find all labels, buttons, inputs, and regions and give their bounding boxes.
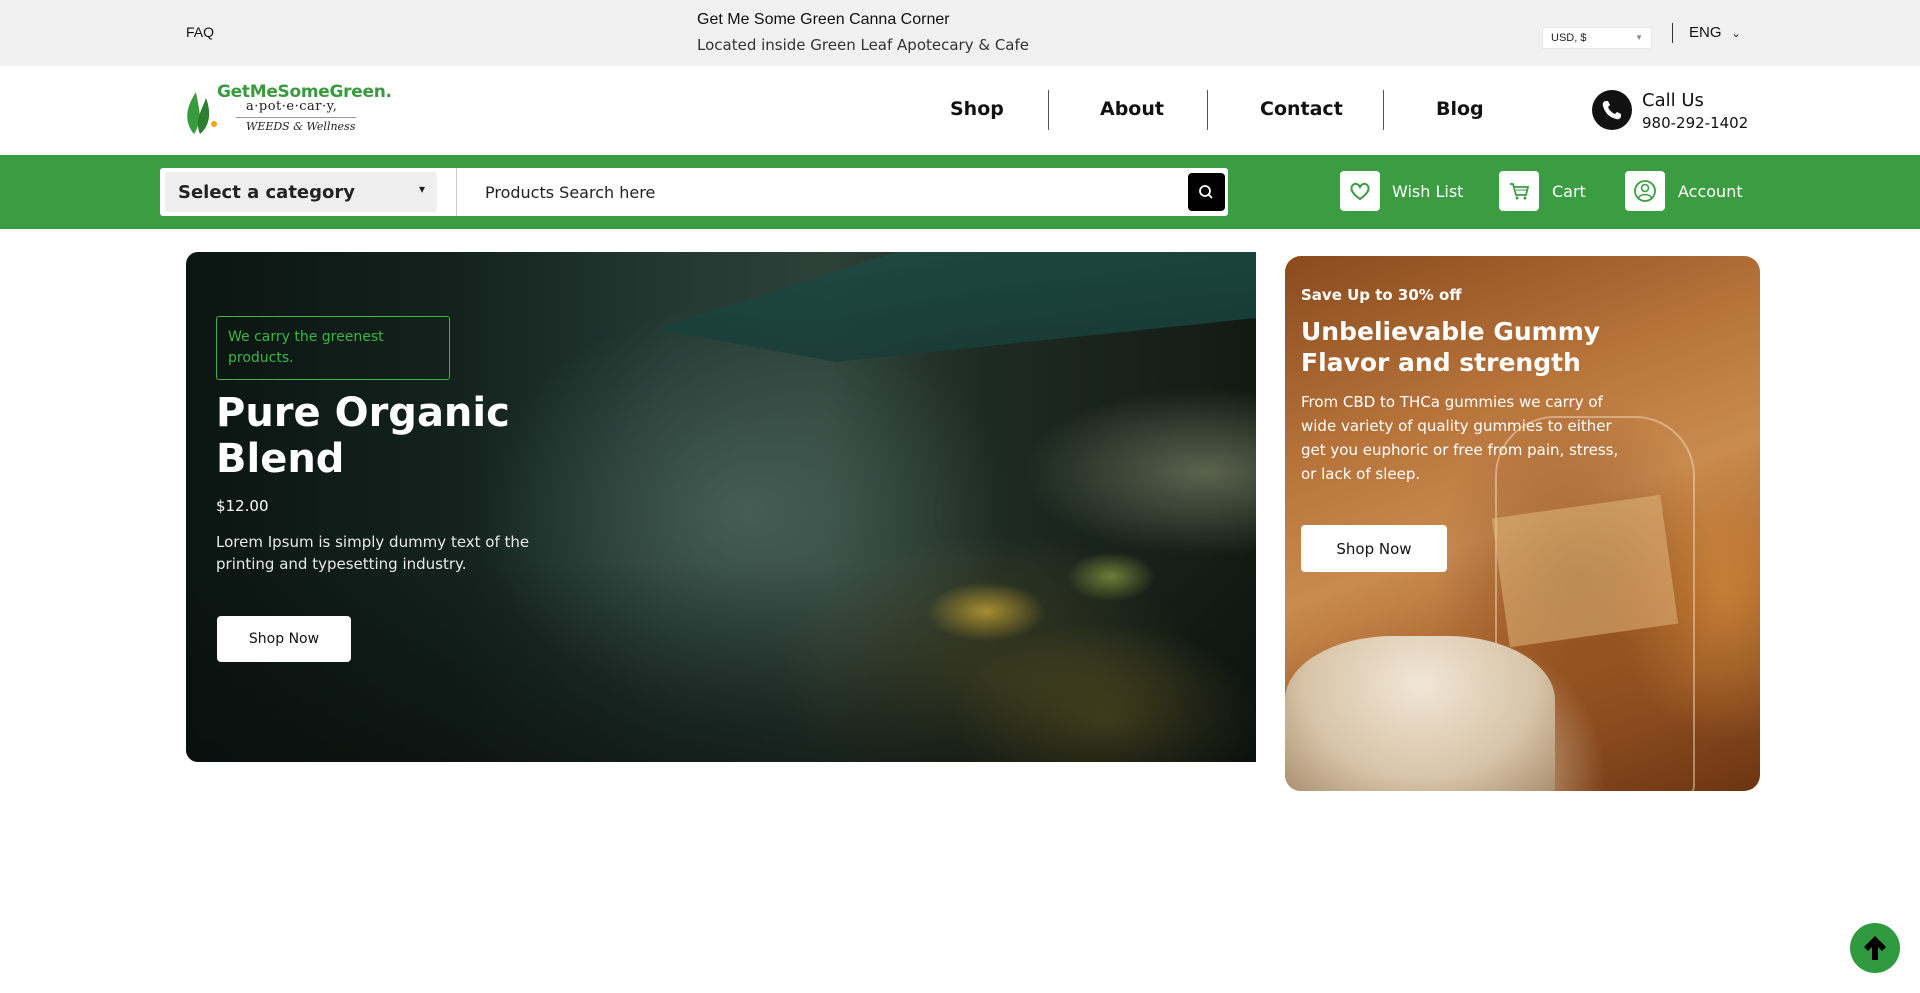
- search-bar: Select a category ▾ Wish List: [0, 155, 1920, 229]
- cart-label: Cart: [1552, 182, 1586, 201]
- promo-title: Unbelievable Gummy Flavor and strength: [1301, 317, 1601, 377]
- phone-icon[interactable]: [1592, 90, 1632, 130]
- language-select[interactable]: ENG ⌄: [1689, 24, 1741, 41]
- site-logo[interactable]: GetMeSomeGreen. a·pot·e·car·y, WEEDS & W…: [184, 82, 392, 142]
- search-button[interactable]: [1188, 173, 1225, 211]
- nav-separator: [1383, 90, 1384, 130]
- nav-item-shop[interactable]: Shop: [950, 98, 1004, 120]
- hero-description: Lorem Ipsum is simply dummy text of the …: [216, 533, 530, 573]
- promo-shop-now-button[interactable]: Shop Now: [1301, 525, 1447, 572]
- arrow-up-icon: [1864, 936, 1886, 960]
- search-form: Select a category ▾: [160, 168, 1228, 216]
- logo-subtitle: a·pot·e·car·y,: [246, 99, 338, 114]
- top-bar: FAQ Get Me Some Green Canna Corner Locat…: [0, 0, 1920, 66]
- chevron-down-icon: ⌄: [1731, 28, 1741, 40]
- header: GetMeSomeGreen. a·pot·e·car·y, WEEDS & W…: [0, 66, 1920, 155]
- divider: [1672, 23, 1673, 43]
- faq-link[interactable]: FAQ: [186, 24, 214, 40]
- hero-badge: We carry the greenest products.: [216, 316, 450, 380]
- store-location: Located inside Green Leaf Apotecary & Ca…: [697, 36, 1029, 54]
- promo-card: Save Up to 30% off Unbelievable Gummy Fl…: [1285, 256, 1760, 791]
- wishlist-label: Wish List: [1392, 182, 1464, 201]
- search-divider: [456, 168, 457, 216]
- scroll-to-top-button[interactable]: [1850, 923, 1900, 973]
- promo-background-bottle-label: [1491, 494, 1679, 648]
- hero-background-street: [186, 562, 1256, 762]
- search-icon: [1199, 185, 1213, 199]
- promo-offer: Save Up to 30% off: [1301, 286, 1462, 304]
- caret-down-icon: ▼: [1635, 33, 1643, 42]
- nav-separator: [1207, 90, 1208, 130]
- logo-divider: [236, 117, 356, 118]
- hero-banner: We carry the greenest products. Pure Org…: [186, 252, 1256, 762]
- nav-separator: [1048, 90, 1049, 130]
- account-label: Account: [1678, 182, 1743, 201]
- currency-value: USD, $: [1551, 32, 1587, 44]
- phone-number-link[interactable]: 980-292-1402: [1642, 114, 1748, 132]
- language-value: ENG: [1689, 24, 1722, 41]
- hero-background-awning: [656, 252, 1256, 362]
- store-name: Get Me Some Green Canna Corner: [697, 11, 950, 28]
- hero-price: $12.00: [216, 497, 269, 515]
- nav-item-blog[interactable]: Blog: [1436, 98, 1484, 120]
- currency-select[interactable]: USD, $ ▼: [1542, 27, 1652, 49]
- nav-item-contact[interactable]: Contact: [1260, 98, 1343, 120]
- logo-tagline: WEEDS & Wellness: [246, 120, 356, 133]
- leaf-icon: [187, 92, 217, 134]
- user-icon: [1625, 171, 1665, 211]
- heart-icon: [1340, 171, 1380, 211]
- cart-icon: [1499, 171, 1539, 211]
- category-select-label: Select a category: [178, 182, 355, 203]
- call-us-label: Call Us: [1642, 90, 1704, 111]
- search-input[interactable]: [485, 178, 1185, 206]
- hero-shop-now-button[interactable]: Shop Now: [217, 616, 351, 662]
- chevron-down-icon: ▾: [418, 182, 425, 196]
- promo-description: From CBD to THCa gummies we carry of wid…: [1301, 393, 1619, 483]
- promo-background-mortar: [1285, 636, 1555, 791]
- hero-title: Pure Organic Blend: [216, 390, 510, 482]
- category-select[interactable]: Select a category ▾: [165, 172, 437, 212]
- nav-item-about[interactable]: About: [1100, 98, 1164, 120]
